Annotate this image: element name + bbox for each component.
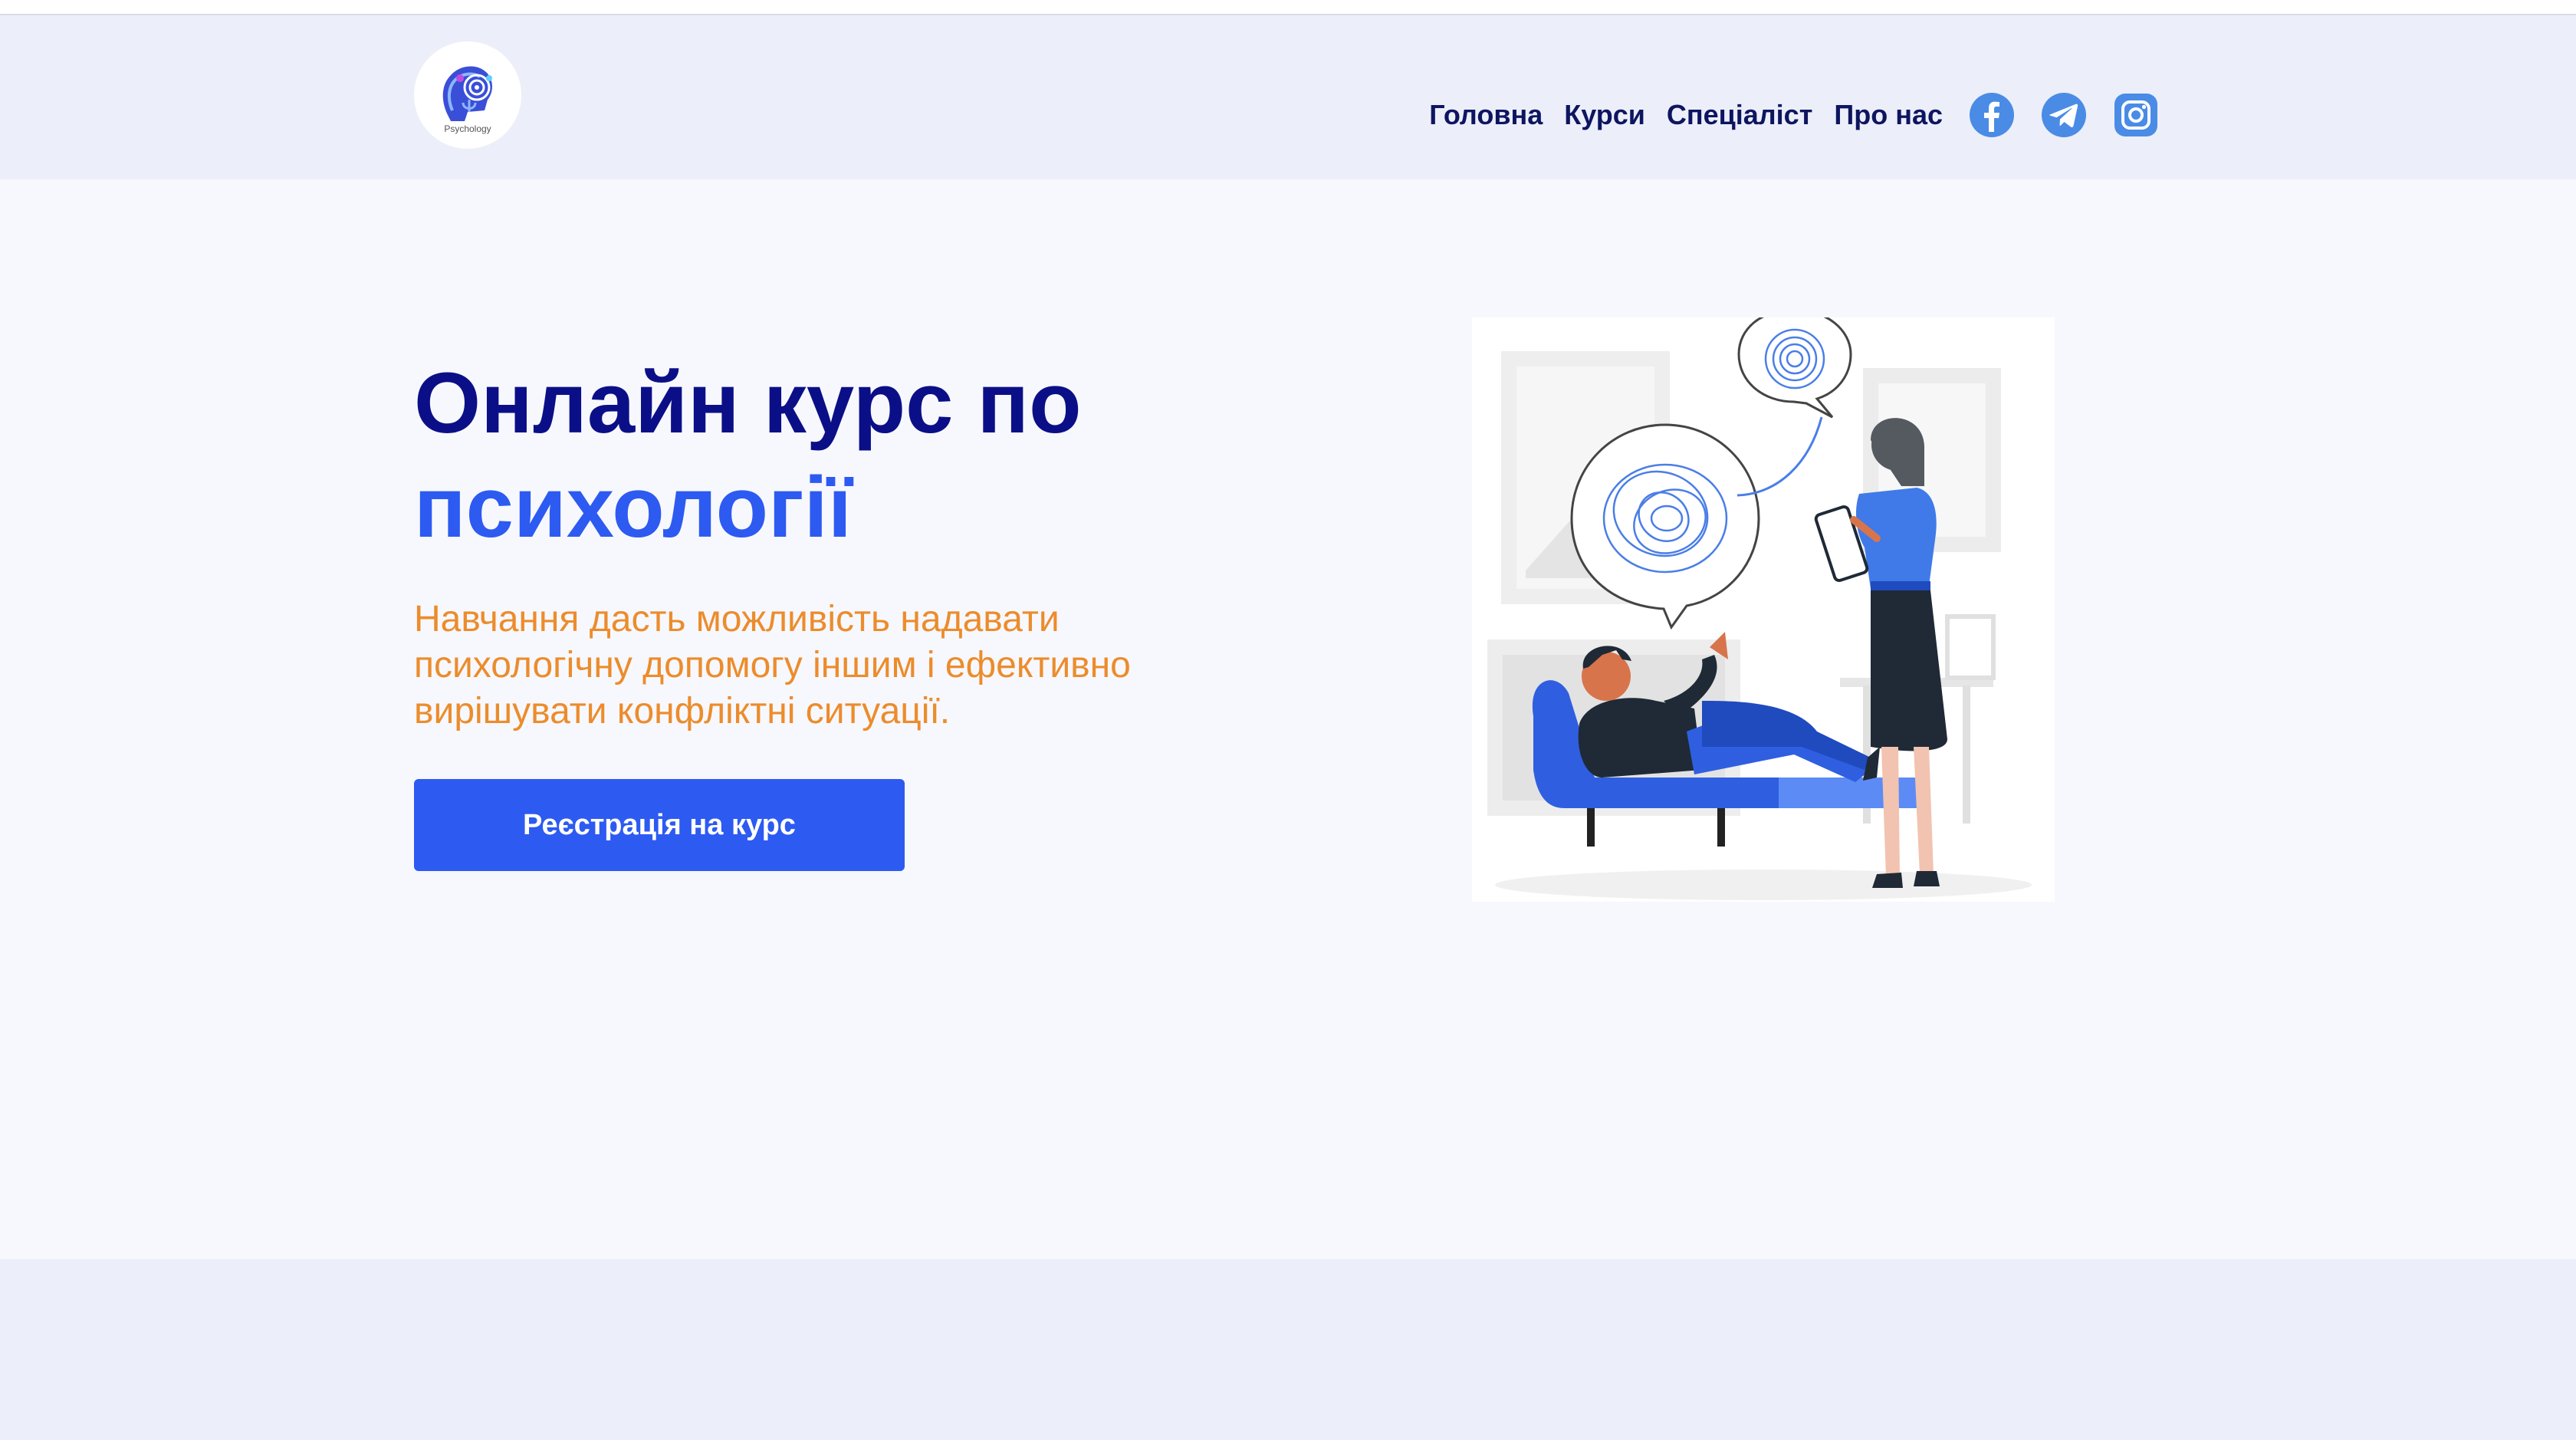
register-course-button[interactable]: Реєстрація на курс [414, 779, 905, 871]
hero-section: Онлайн курс по психології Навчання дасть… [0, 179, 2576, 1259]
hero-title-accent: психології [414, 459, 853, 555]
instagram-icon [2114, 94, 2157, 136]
nav-link-about[interactable]: Про нас [1834, 99, 1943, 131]
main-nav: Головна Курси Спеціаліст Про нас [1429, 81, 2159, 149]
site-logo[interactable]: Psychology [414, 41, 521, 149]
browser-top-strip [0, 0, 2576, 15]
nav-link-specialist[interactable]: Спеціаліст [1667, 99, 1812, 131]
nav-link-home[interactable]: Головна [1429, 99, 1543, 131]
brain-head-logo-icon: Psychology [414, 41, 521, 149]
footer-band [0, 1259, 2576, 1440]
facebook-icon [1970, 93, 2014, 137]
therapy-session-illustration [1472, 317, 2055, 902]
site-header: Psychology Головна Курси Спеціаліст Про … [0, 15, 2576, 179]
facebook-link[interactable] [1969, 92, 2015, 138]
therapy-illustration-icon [1472, 317, 2055, 902]
telegram-link[interactable] [2041, 92, 2087, 138]
telegram-icon [2042, 93, 2086, 137]
hero-subtitle: Навчання дасть можливість надавати психо… [414, 599, 1131, 732]
instagram-link[interactable] [2113, 92, 2159, 138]
nav-link-courses[interactable]: Курси [1564, 99, 1645, 131]
logo-wordmark: Psychology [444, 123, 491, 134]
hero-title-line1: Онлайн курс по [414, 355, 1082, 451]
hero-title: Онлайн курс по психології [414, 351, 1082, 560]
